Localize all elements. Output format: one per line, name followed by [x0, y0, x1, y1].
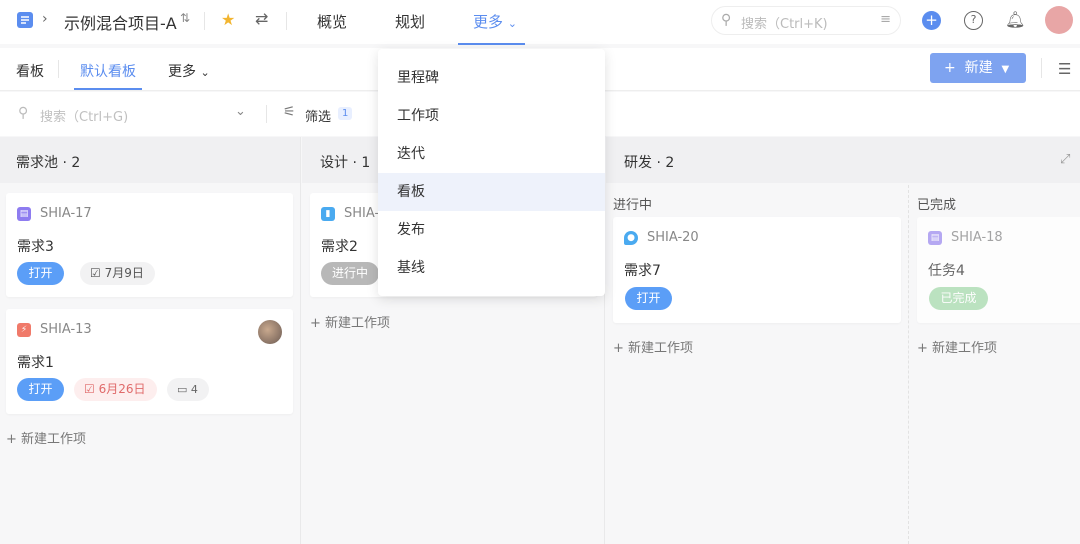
more-dropdown-menu: 里程碑 工作项 迭代 看板 发布 基线	[378, 49, 605, 296]
help-icon[interactable]: ?	[964, 11, 983, 30]
requirement-icon: ▤	[17, 207, 31, 221]
divider	[266, 105, 267, 123]
add-work-item[interactable]: + 新建工作项	[6, 428, 86, 447]
global-search[interactable]: ⚲ 搜索（Ctrl+K) ≡	[711, 6, 901, 35]
search-placeholder: 搜索（Ctrl+K)	[741, 17, 828, 32]
due-date[interactable]: ☑ 7月9日	[80, 262, 155, 285]
plus-icon: +	[917, 341, 928, 356]
work-item-key: SHIA-	[344, 206, 380, 221]
top-bar: › 示例混合项目-A ⇅ ★ ⇄ 概览 规划 更多 ⌄ ⚲ 搜索（Ctrl+K)…	[0, 0, 1080, 45]
menu-item-work-items[interactable]: 工作项	[378, 97, 605, 135]
create-icon[interactable]: +	[922, 11, 941, 30]
requirement-icon: ●	[624, 231, 638, 245]
tab-more[interactable]: 更多 ⌄	[168, 61, 210, 81]
menu-item-board[interactable]: 看板	[378, 173, 605, 211]
project-name[interactable]: 示例混合项目-A	[64, 10, 177, 34]
work-item-title: 需求2	[321, 239, 358, 255]
add-work-item[interactable]: + 新建工作项	[613, 337, 693, 356]
sub-column-divider	[908, 185, 909, 544]
board-title: 看板	[16, 64, 44, 80]
divider	[1041, 58, 1042, 78]
calendar-icon: ☑	[90, 266, 101, 280]
star-icon[interactable]: ★	[221, 10, 235, 29]
status-badge[interactable]: 打开	[17, 378, 64, 401]
work-item-key: SHIA-18	[951, 230, 1003, 245]
work-item-title: 需求3	[17, 239, 54, 255]
search-icon: ⚲	[18, 105, 29, 121]
list-view-icon[interactable]: ☰	[1058, 60, 1071, 78]
work-item-card[interactable]: ▤ SHIA-17 需求3 打开 ☑ 7月9日	[6, 193, 293, 297]
status-badge[interactable]: 已完成	[929, 287, 988, 310]
divider	[204, 12, 205, 30]
work-item-title: 需求7	[624, 263, 661, 279]
column-divider	[300, 137, 301, 544]
status-badge[interactable]: 进行中	[321, 262, 379, 285]
filter-count-badge: 1	[338, 107, 353, 120]
calendar-icon: ☑	[84, 382, 95, 396]
nav-more[interactable]: 更多 ⌄	[473, 11, 517, 32]
project-icon	[17, 12, 33, 28]
work-item-title: 需求1	[17, 355, 54, 371]
divider	[286, 12, 287, 30]
column-title: 需求池 · 2	[16, 155, 81, 171]
task-icon: ▤	[928, 231, 942, 245]
column-header: 研发 · 2	[606, 137, 1080, 183]
add-work-item[interactable]: + 新建工作项	[917, 337, 997, 356]
chevron-down-icon[interactable]: ⌄	[235, 104, 246, 119]
board-search-input[interactable]: 搜索（Ctrl+G)	[40, 106, 128, 125]
add-work-item[interactable]: + 新建工作项	[310, 312, 390, 331]
chevron-down-icon: ⌄	[200, 66, 210, 79]
status-badge[interactable]: 打开	[625, 287, 672, 310]
caret-down-icon: ▼	[1001, 64, 1010, 75]
user-avatar[interactable]	[1045, 6, 1073, 34]
due-date[interactable]: ☑ 6月26日	[74, 378, 157, 401]
menu-item-milestone[interactable]: 里程碑	[378, 59, 605, 97]
nav-active-indicator	[458, 43, 525, 45]
project-switch-icon[interactable]: ⇅	[180, 11, 190, 25]
defect-icon: ⚡	[17, 323, 31, 337]
assignee-avatar[interactable]	[258, 320, 282, 344]
expand-icon[interactable]: ⤢	[1060, 152, 1070, 167]
comment-icon: ▭	[177, 383, 188, 396]
swap-icon[interactable]: ⇄	[255, 9, 268, 28]
status-badge[interactable]: 打开	[17, 262, 64, 285]
column-title: 研发 · 2	[624, 155, 675, 171]
divider	[58, 60, 59, 78]
work-item-key: SHIA-20	[647, 230, 699, 245]
column-title: 设计 · 1	[320, 155, 371, 171]
work-item-card[interactable]: ▤ SHIA-18 任务4 已完成	[917, 217, 1080, 323]
work-item-title: 任务4	[928, 263, 965, 279]
work-item-key: SHIA-17	[40, 206, 92, 221]
plus-icon: +	[6, 432, 17, 447]
filter-icon[interactable]: ⚟	[283, 104, 296, 120]
work-item-key: SHIA-13	[40, 322, 92, 337]
menu-item-iteration[interactable]: 迭代	[378, 135, 605, 173]
bookmark-icon: ▮	[321, 207, 335, 221]
menu-item-release[interactable]: 发布	[378, 211, 605, 249]
sub-column-title: 已完成	[917, 198, 957, 213]
tab-active-indicator	[74, 88, 142, 90]
menu-item-baseline[interactable]: 基线	[378, 249, 605, 287]
plus-icon: +	[944, 60, 956, 76]
plus-icon: +	[613, 341, 624, 356]
nav-planning[interactable]: 规划	[395, 11, 425, 32]
work-item-card[interactable]: ● SHIA-20 需求7 打开	[613, 217, 901, 323]
sub-column-title: 进行中	[613, 198, 653, 213]
plus-icon: +	[310, 316, 321, 331]
column-header: 需求池 · 2	[0, 137, 300, 183]
bell-icon[interactable]: 🔔︎	[1005, 10, 1025, 29]
filter-button[interactable]: 筛选	[305, 106, 331, 125]
filter-icon[interactable]: ≡	[880, 12, 891, 27]
comment-count[interactable]: ▭ 4	[167, 378, 209, 401]
chevron-down-icon: ⌄	[507, 17, 518, 30]
tab-default-board[interactable]: 默认看板	[80, 61, 136, 81]
search-icon: ⚲	[721, 12, 732, 28]
work-item-card[interactable]: ⚡ SHIA-13 需求1 打开 ☑ 6月26日 ▭ 4	[6, 309, 293, 414]
new-button[interactable]: + 新建 ▼	[930, 53, 1026, 83]
nav-overview[interactable]: 概览	[317, 11, 347, 32]
breadcrumb-chevron-icon: ›	[42, 11, 48, 27]
